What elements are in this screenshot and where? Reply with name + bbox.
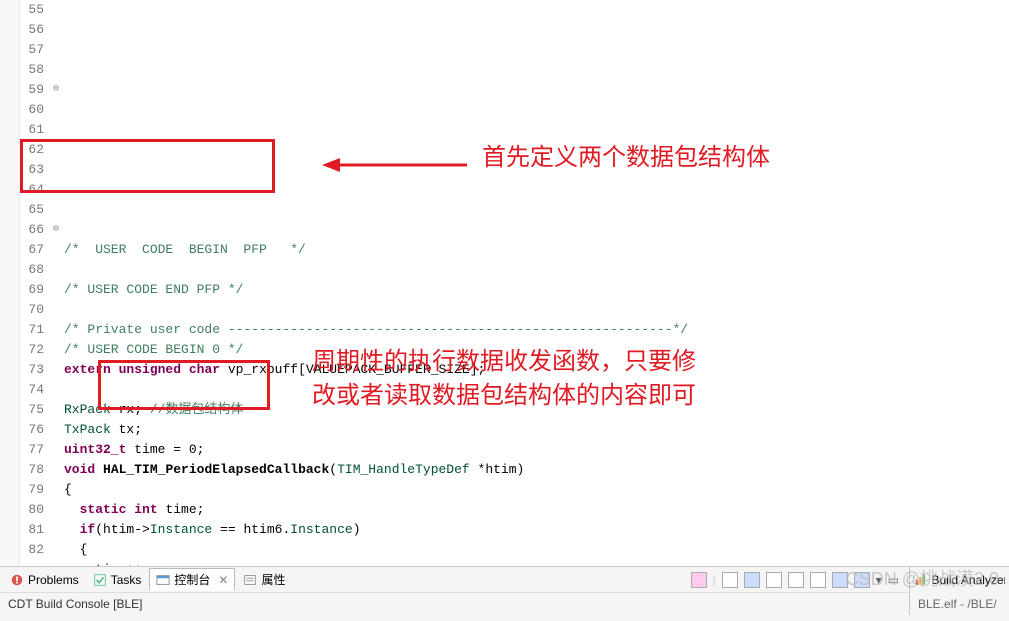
code-line[interactable]: /* USER CODE END PFP */ — [64, 280, 1009, 300]
line-number: 79 — [20, 480, 44, 500]
tb-separator: | — [713, 573, 716, 587]
line-number: 82 — [20, 540, 44, 560]
tasks-icon — [93, 573, 107, 587]
fold-toggle-icon[interactable]: ⊖ — [51, 223, 61, 235]
properties-icon — [243, 573, 257, 587]
code-editor[interactable]: 5556575859606162636465666768697071727374… — [0, 0, 1009, 566]
build-analyzer-label: Build Analyzer — [932, 573, 1005, 587]
code-line[interactable]: uint32_t time = 0; — [64, 440, 1009, 460]
line-number: 68 — [20, 260, 44, 280]
code-line[interactable]: { — [64, 540, 1009, 560]
line-number: 60 — [20, 100, 44, 120]
tb-icon-pin[interactable] — [722, 572, 738, 588]
bottom-panel: Problems Tasks 控制台 ✕ 属性 — [0, 566, 1009, 621]
tab-tasks-label: Tasks — [111, 573, 142, 587]
tb-icon-new[interactable] — [832, 572, 848, 588]
console-icon — [156, 573, 170, 587]
chevron-down-icon[interactable]: ▾ — [876, 573, 882, 587]
tab-console[interactable]: 控制台 ✕ — [149, 568, 235, 591]
line-number: 63 — [20, 160, 44, 180]
fold-toggle-icon[interactable]: ⊖ — [51, 83, 61, 95]
tab-tasks[interactable]: Tasks — [87, 571, 148, 589]
line-number: 57 — [20, 40, 44, 60]
code-line[interactable]: /* USER CODE BEGIN PFP */ — [64, 240, 1009, 260]
line-number: 76 — [20, 420, 44, 440]
line-number: 80 — [20, 500, 44, 520]
line-number: 77 — [20, 440, 44, 460]
tb-icon-clear[interactable] — [766, 572, 782, 588]
line-number: 81 — [20, 520, 44, 540]
code-line[interactable]: /* USER CODE BEGIN 0 */ — [64, 340, 1009, 360]
line-number: 62 — [20, 140, 44, 160]
arrow-top — [322, 150, 472, 180]
code-line[interactable] — [64, 380, 1009, 400]
code-line[interactable]: time++; — [64, 560, 1009, 566]
tab-problems[interactable]: Problems — [4, 571, 85, 589]
code-line[interactable]: static int time; — [64, 500, 1009, 520]
console-title: CDT Build Console [BLE] — [0, 593, 909, 615]
tb-icon-lock[interactable] — [810, 572, 826, 588]
tab-problems-label: Problems — [28, 573, 79, 587]
line-number: 56 — [20, 20, 44, 40]
code-line[interactable]: /* Private user code -------------------… — [64, 320, 1009, 340]
tab-console-label: 控制台 — [174, 571, 210, 588]
line-number-gutter: 5556575859606162636465666768697071727374… — [20, 0, 50, 566]
tb-icon-menu[interactable] — [854, 572, 870, 588]
code-line[interactable] — [64, 260, 1009, 280]
code-line[interactable]: { — [64, 480, 1009, 500]
console-toolbar: | ▾ ▭ — [691, 572, 906, 588]
line-number: 66 — [20, 220, 44, 240]
close-icon[interactable]: ✕ — [218, 573, 228, 587]
tb-icon-1[interactable] — [691, 572, 707, 588]
line-number: 59 — [20, 80, 44, 100]
code-line[interactable]: TxPack tx; — [64, 420, 1009, 440]
line-number: 64 — [20, 180, 44, 200]
line-number: 73 — [20, 360, 44, 380]
line-number: 58 — [20, 60, 44, 80]
code-line[interactable] — [64, 300, 1009, 320]
line-number: 67 — [20, 240, 44, 260]
tab-properties[interactable]: 属性 — [237, 569, 291, 590]
code-line[interactable]: RxPack rx; //数据包结构体 — [64, 400, 1009, 420]
line-number: 55 — [20, 0, 44, 20]
tb-icon-scroll[interactable] — [788, 572, 804, 588]
code-line[interactable]: extern unsigned char vp_rxbuff[VALUEPACK… — [64, 360, 1009, 380]
build-analyzer-panel[interactable]: Build Analyzer — [909, 567, 1009, 593]
line-number: 71 — [20, 320, 44, 340]
code-line[interactable]: void HAL_TIM_PeriodElapsedCallback(TIM_H… — [64, 460, 1009, 480]
line-number: 61 — [20, 120, 44, 140]
line-number: 78 — [20, 460, 44, 480]
editor-left-margin — [0, 0, 20, 566]
line-number: 70 — [20, 300, 44, 320]
chart-icon — [914, 573, 928, 587]
fold-column[interactable]: ⊖⊖ — [50, 0, 62, 566]
bottom-tabs: Problems Tasks 控制台 ✕ 属性 — [0, 567, 909, 593]
tab-properties-label: 属性 — [261, 571, 285, 588]
annotation-top: 首先定义两个数据包结构体 — [482, 142, 770, 174]
minimize-icon[interactable]: ▭ — [888, 573, 899, 587]
tb-icon-display[interactable] — [744, 572, 760, 588]
line-number: 72 — [20, 340, 44, 360]
line-number: 75 — [20, 400, 44, 420]
line-number: 65 — [20, 200, 44, 220]
code-content[interactable]: 首先定义两个数据包结构体 周期性的执行数据收发函数，只要修 改或者读取数据包结构… — [62, 0, 1009, 566]
problems-icon — [10, 573, 24, 587]
line-number: 69 — [20, 280, 44, 300]
line-number: 74 — [20, 380, 44, 400]
right-footer: BLE.elf - /BLE/ — [909, 593, 1009, 615]
code-line[interactable]: if(htim->Instance == htim6.Instance) — [64, 520, 1009, 540]
